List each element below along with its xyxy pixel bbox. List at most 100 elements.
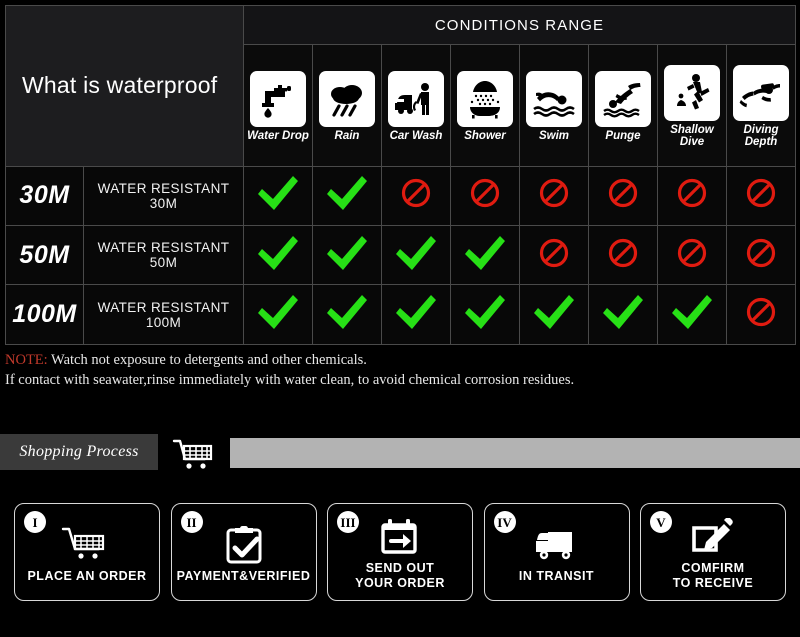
check-icon [255,233,301,273]
column-header-punge: Punge [588,44,658,167]
step-label: PLACE AN ORDER [27,568,147,583]
column-header-rain: Rain [312,44,382,167]
cell-30m-rain [312,165,382,227]
cell-100m-shower [450,284,520,345]
check-icon [393,233,439,273]
column-header-water-drop: Water Drop [243,44,313,167]
cell-30m-shower [450,165,520,227]
cell-50m-diving-depth [725,225,797,286]
prohibited-icon [745,237,777,269]
step-numeral: V [650,511,672,533]
row-depth-label: 50M [5,225,84,286]
cell-50m-punge [588,225,658,286]
prohibited-icon [745,177,777,209]
waterproof-comparison-table: What is waterproof CONDITIONS RANGE Wate… [5,5,797,345]
cell-30m-shallow-dive [657,165,727,227]
cell-30m-punge [588,165,658,227]
swimmer-icon [526,71,582,128]
column-header-label: Shower [464,130,506,143]
check-icon [324,233,370,273]
check-icon [669,292,715,332]
column-header-shallow-dive: Shallow Dive [657,44,727,167]
check-icon [324,292,370,332]
row-depth-label: 100M [5,284,84,345]
shallow-dive-icon [664,64,720,121]
check-icon [393,292,439,332]
shopping-process-bar: Shopping Process [0,434,800,476]
column-header-label: Diving Depth [743,123,779,149]
prohibited-icon [607,237,639,269]
check-icon [462,233,508,273]
table-header-top-row: What is waterproof CONDITIONS RANGE [5,5,797,167]
clipboard-check-icon [223,525,265,565]
step-comfirm-to-receive[interactable]: V COMFIRM TO RECEIVE [640,503,786,601]
check-icon [600,292,646,332]
column-header-label: Water Drop [247,130,309,143]
cell-30m-car-wash [381,165,451,227]
cell-50m-car-wash [381,225,451,286]
column-header-swim: Swim [519,44,589,167]
step-place-an-order[interactable]: I PLACE AN ORDER [14,503,160,601]
step-label: IN TRANSIT [518,568,595,583]
cell-100m-car-wash [381,284,451,345]
column-header-label: Punge [605,130,641,143]
step-numeral: I [24,511,46,533]
step-label: PAYMENT&VERIFIED [176,568,311,583]
note-line-1: NOTE: Watch not exposure to detergents a… [5,350,795,370]
cell-50m-rain [312,225,382,286]
cell-50m-water-drop [243,225,313,286]
prohibited-icon [676,237,708,269]
scuba-diver-icon [733,64,790,121]
shower-icon [457,71,513,128]
column-header-label: Car Wash [389,130,443,143]
cell-100m-swim [519,284,589,345]
step-numeral: II [180,511,203,533]
delivery-truck-icon [532,525,582,565]
prohibited-icon [676,177,708,209]
step-label: COMFIRM TO RECEIVE [672,561,754,590]
step-send-out-your-order[interactable]: III SEND OUT YOUR ORDER [327,503,473,601]
check-icon [255,173,301,213]
package-arrow-icon [378,517,422,557]
prohibited-icon [607,177,639,209]
shopping-cart-icon [61,525,113,565]
step-label: SEND OUT YOUR ORDER [355,561,445,590]
cell-100m-rain [312,284,382,345]
cell-30m-diving-depth [725,165,797,227]
note-line-2: If contact with seawater,rinse immediate… [5,372,575,388]
cell-30m-water-drop [243,165,313,227]
cell-30m-swim [519,165,589,227]
faucet-water-drop-icon [250,71,306,128]
cell-50m-swim [519,225,589,286]
step-payment-verified[interactable]: II PAYMENT&VERIFIED [170,503,317,601]
car-wash-icon [388,71,444,128]
cell-100m-punge [588,284,658,345]
shopping-process-tag: Shopping Process [0,434,158,470]
row-description: WATER RESISTANT 100M [83,284,244,345]
step-numeral: IV [493,511,516,533]
cell-50m-shallow-dive [657,225,727,286]
check-icon [531,292,577,332]
check-icon [255,292,301,332]
row-description: WATER RESISTANT 50M [83,225,244,286]
column-header-car-wash: Car Wash [381,44,451,167]
note-block: NOTE: Watch not exposure to detergents a… [5,350,795,390]
plunge-dive-icon [595,71,651,128]
check-icon [462,292,508,332]
prohibited-icon [538,177,570,209]
cell-100m-shallow-dive [657,284,727,345]
column-header-diving-depth: Diving Depth [725,44,797,167]
cell-50m-shower [450,225,520,286]
shopping-steps: I PLACE AN ORDER II PAYMENT&VERIFIED III… [0,503,800,603]
cell-100m-diving-depth [725,284,797,345]
column-header-label: Shallow Dive [670,123,714,149]
note-label: NOTE: [5,352,48,368]
prohibited-icon [469,177,501,209]
step-numeral: III [337,511,359,533]
column-header-shower: Shower [450,44,520,167]
table-row: 50M WATER RESISTANT 50M [5,225,797,286]
column-header-label: Rain [334,130,360,143]
table-row: 30M WATER RESISTANT 30M [5,165,797,227]
step-in-transit[interactable]: IV IN TRANSIT [483,503,630,601]
column-header-label: Swim [538,130,570,143]
